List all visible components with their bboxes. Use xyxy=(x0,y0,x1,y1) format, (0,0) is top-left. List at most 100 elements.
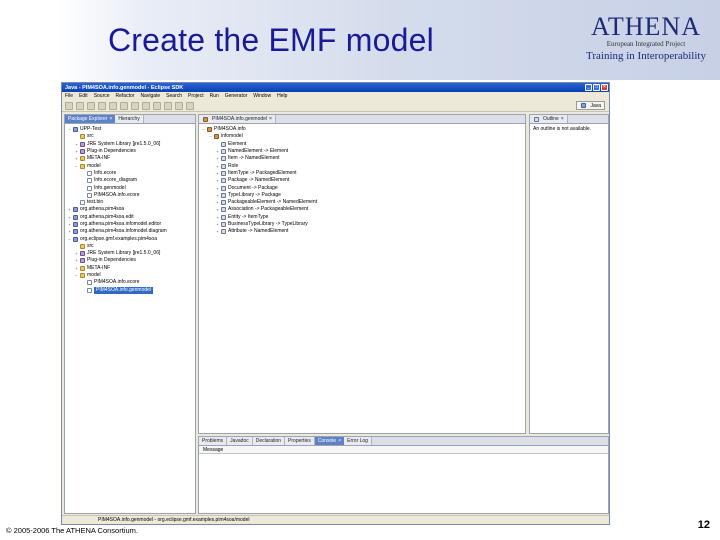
menu-item[interactable]: File xyxy=(65,93,73,99)
tree-row[interactable]: src xyxy=(67,243,195,250)
tree-row[interactable]: + Document -> Package xyxy=(201,184,525,191)
search-icon[interactable] xyxy=(164,101,172,110)
expand-icon[interactable]: + xyxy=(215,155,220,162)
new-class-icon[interactable] xyxy=(142,101,150,110)
expand-icon[interactable]: + xyxy=(215,199,220,206)
tree-row[interactable]: + BusinessTypeLibrary -> TypeLibrary xyxy=(201,221,525,228)
menu-item[interactable]: Window xyxy=(253,93,271,99)
tree-row[interactable]: Info.genmodel xyxy=(67,184,195,191)
expand-icon[interactable]: + xyxy=(74,250,79,257)
tree-row[interactable]: + PackageableElement -> NamedElement xyxy=(201,199,525,206)
tree-row[interactable]: + Entity -> ItemType xyxy=(201,214,525,221)
expand-icon[interactable]: + xyxy=(215,185,220,192)
collapse-icon[interactable]: − xyxy=(67,126,72,133)
tree-row[interactable]: src xyxy=(67,133,195,140)
tab-hierarchy[interactable]: Hierarchy xyxy=(115,115,144,123)
expand-icon[interactable]: + xyxy=(215,177,220,184)
tree-row[interactable]: PIM4SOA.info.ecore xyxy=(67,279,195,286)
tab-error-log[interactable]: Error Log xyxy=(344,437,372,445)
tab-close-icon[interactable]: × xyxy=(269,116,272,122)
window-titlebar[interactable]: Java - PIM4SOA.info.genmodel - Eclipse S… xyxy=(62,83,609,92)
expand-icon[interactable]: + xyxy=(74,141,79,148)
new-package-icon[interactable] xyxy=(131,101,139,110)
expand-icon[interactable]: + xyxy=(74,265,79,272)
collapse-icon[interactable]: − xyxy=(67,236,72,243)
collapse-icon[interactable]: − xyxy=(201,126,206,133)
tree-row[interactable]: − UPP-Test xyxy=(67,126,195,133)
perspective-switcher[interactable]: Java xyxy=(576,101,605,110)
menu-item[interactable]: Project xyxy=(188,93,204,99)
tree-row[interactable]: + META-INF xyxy=(67,155,195,162)
tree-row[interactable]: − model xyxy=(67,272,195,279)
expand-icon[interactable]: + xyxy=(215,170,220,177)
tree-row[interactable]: + Plug-in Dependencies xyxy=(67,148,195,155)
maximize-icon[interactable]: □ xyxy=(593,84,600,91)
expand-icon[interactable]: + xyxy=(215,221,220,228)
tab-close-icon[interactable]: × xyxy=(338,438,341,444)
tab-declaration[interactable]: Declaration xyxy=(252,437,286,445)
print-icon[interactable] xyxy=(87,101,95,110)
tree-row[interactable]: + Association -> PackageableElement xyxy=(201,206,525,213)
tree-row[interactable]: + Package -> NamedElement xyxy=(201,177,525,184)
new-java-project-icon[interactable] xyxy=(120,101,128,110)
tree-row[interactable]: PIM4SOA.info.genmodel xyxy=(67,286,195,294)
tree-row[interactable]: + ItemType -> PackagedElement xyxy=(201,170,525,177)
collapse-icon[interactable]: − xyxy=(74,272,79,279)
forward-icon[interactable] xyxy=(186,101,194,110)
back-icon[interactable] xyxy=(175,101,183,110)
menu-item[interactable]: Run xyxy=(210,93,219,99)
expand-icon[interactable]: + xyxy=(215,206,220,213)
expand-icon[interactable]: + xyxy=(215,192,220,199)
tree-row[interactable]: + Attribute -> NamedElement xyxy=(201,228,525,235)
close-icon[interactable]: × xyxy=(601,84,608,91)
tree-row[interactable]: + org.athena.pim4soa.infomodel.editor xyxy=(67,221,195,228)
tab-genmodel-editor[interactable]: PIM4SOA.info.genmodel × xyxy=(199,115,276,123)
tab-package-explorer[interactable]: Package Explorer × xyxy=(65,115,116,123)
tree-row[interactable]: PIM4SOA.info.ecore xyxy=(67,192,195,199)
menu-item[interactable]: Refactor xyxy=(116,93,135,99)
tree-row[interactable]: + Item -> NamedElement xyxy=(201,155,525,162)
tree-row[interactable]: test.bin xyxy=(67,199,195,206)
tab-outline[interactable]: Outline × xyxy=(530,115,568,123)
collapse-icon[interactable]: − xyxy=(208,133,213,140)
new-icon[interactable] xyxy=(65,101,73,110)
expand-icon[interactable]: + xyxy=(74,257,79,264)
tree-row[interactable]: + JRE System Library [jre1.5.0_06] xyxy=(67,141,195,148)
tree-row[interactable]: − PIM4SOA.info xyxy=(201,126,525,133)
tab-close-icon[interactable]: × xyxy=(561,116,564,122)
save-icon[interactable] xyxy=(76,101,84,110)
menu-item[interactable]: Generator xyxy=(225,93,248,99)
expand-icon[interactable]: + xyxy=(67,228,72,235)
tree-row[interactable]: + Plug-in Dependencies xyxy=(67,257,195,264)
expand-icon[interactable]: + xyxy=(74,155,79,162)
collapse-icon[interactable]: − xyxy=(74,163,79,170)
minimize-icon[interactable]: _ xyxy=(585,84,592,91)
open-type-icon[interactable] xyxy=(153,101,161,110)
expand-icon[interactable]: + xyxy=(74,148,79,155)
tree-row[interactable]: Info.ecore_diagram xyxy=(67,177,195,184)
menu-item[interactable]: Edit xyxy=(79,93,88,99)
menu-item[interactable]: Source xyxy=(94,93,110,99)
expand-icon[interactable]: + xyxy=(215,148,220,155)
tab-properties[interactable]: Properties xyxy=(285,437,315,445)
tree-row[interactable]: + NamedElement -> Element xyxy=(201,148,525,155)
menu-item[interactable]: Help xyxy=(277,93,287,99)
tree-row[interactable]: + META-INF xyxy=(67,265,195,272)
menu-item[interactable]: Navigate xyxy=(140,93,160,99)
expand-icon[interactable]: + xyxy=(67,214,72,221)
tree-row[interactable]: + Role xyxy=(201,162,525,169)
expand-icon[interactable]: + xyxy=(215,214,220,221)
tree-row[interactable]: + org.athena.pim4soa.edit xyxy=(67,214,195,221)
expand-icon[interactable]: + xyxy=(215,228,220,235)
tree-row[interactable]: + TypeLibrary -> Package xyxy=(201,192,525,199)
tree-row[interactable]: + org.athena.pim4soa xyxy=(67,206,195,213)
tab-problems[interactable]: Problems xyxy=(199,437,228,445)
tree-row[interactable]: − model xyxy=(67,162,195,169)
tree-row[interactable]: − infomodel xyxy=(201,133,525,140)
tree-row[interactable]: − org.eclipse.gmf.examples.pim4soa xyxy=(67,235,195,242)
tree-row[interactable]: Element xyxy=(201,141,525,148)
tree-row[interactable]: Info.ecore xyxy=(67,170,195,177)
tab-console[interactable]: Console × xyxy=(314,437,345,445)
expand-icon[interactable]: + xyxy=(67,206,72,213)
run-icon[interactable] xyxy=(109,101,117,110)
